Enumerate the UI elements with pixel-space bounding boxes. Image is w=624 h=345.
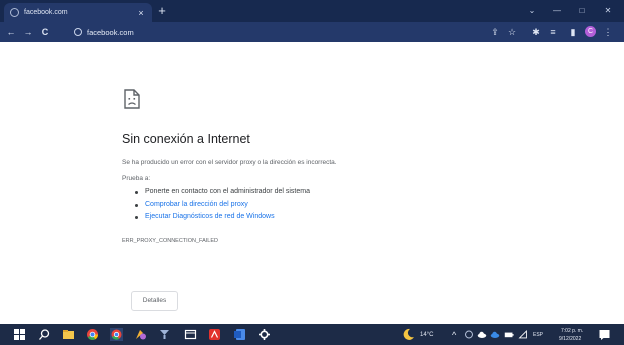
suggestion-contact-admin: Ponerte en contacto con el administrador… bbox=[135, 186, 310, 199]
extensions-icon[interactable]: ✱ bbox=[529, 25, 543, 39]
page-title: Sin conexión a Internet bbox=[122, 132, 250, 146]
tray-app-icon[interactable] bbox=[464, 328, 474, 341]
pdf-reader-icon[interactable] bbox=[208, 328, 221, 341]
close-tab-icon[interactable]: × bbox=[136, 8, 146, 18]
clock-date[interactable]: 9/12/2022 bbox=[559, 336, 581, 342]
tab-facebook[interactable]: facebook.com × bbox=[4, 3, 152, 22]
onedrive-blue-cloud-icon[interactable] bbox=[490, 328, 500, 341]
menu-kebab-icon[interactable]: ⋮ bbox=[601, 25, 615, 39]
weather-moon-icon[interactable] bbox=[402, 328, 415, 341]
clock-time[interactable]: 7:02 p. m. bbox=[561, 328, 583, 334]
app-icon[interactable] bbox=[158, 328, 171, 341]
tab-strip: facebook.com × + ⌄ — □ ✕ bbox=[0, 0, 624, 22]
forward-arrow-icon[interactable]: → bbox=[21, 25, 35, 39]
suggestions-label: Prueba a: bbox=[122, 175, 151, 182]
address-bar[interactable]: facebook.com bbox=[74, 25, 522, 39]
notifications-icon[interactable] bbox=[598, 328, 611, 341]
suggestion-network-diagnostics-link[interactable]: Ejecutar Diagnósticos de red de Windows bbox=[135, 211, 310, 224]
browser-window: facebook.com × + ⌄ — □ ✕ ← → C facebook.… bbox=[0, 0, 624, 345]
close-window-button[interactable]: ✕ bbox=[600, 3, 616, 18]
chrome-icon[interactable] bbox=[86, 328, 99, 341]
globe-icon bbox=[10, 8, 19, 17]
side-panel-icon[interactable]: ▮ bbox=[566, 25, 580, 39]
maximize-button[interactable]: □ bbox=[574, 3, 590, 18]
tab-search-chevron-icon[interactable]: ⌄ bbox=[524, 3, 540, 18]
share-icon[interactable]: ⇪ bbox=[488, 25, 502, 39]
minimize-button[interactable]: — bbox=[549, 3, 565, 18]
details-button[interactable]: Detalles bbox=[131, 291, 178, 311]
settings-gear-icon[interactable] bbox=[258, 328, 271, 341]
windows-taskbar: 14°C ^ ESP 7:02 p. m. 9/12/2022 bbox=[0, 324, 624, 345]
url-text[interactable]: facebook.com bbox=[87, 28, 134, 37]
word-icon[interactable] bbox=[233, 328, 246, 341]
onedrive-cloud-icon[interactable] bbox=[477, 328, 487, 341]
site-info-icon[interactable] bbox=[74, 28, 82, 36]
suggestion-check-proxy-link[interactable]: Comprobar la dirección del proxy bbox=[135, 199, 310, 212]
suggestions-list: Ponerte en contacto con el administrador… bbox=[135, 186, 310, 224]
tab-title: facebook.com bbox=[24, 9, 68, 16]
profile-avatar[interactable]: C bbox=[585, 26, 596, 37]
back-arrow-icon[interactable]: ← bbox=[4, 25, 18, 39]
chrome-profile-icon[interactable] bbox=[110, 328, 123, 341]
reload-icon[interactable]: C bbox=[38, 25, 52, 39]
search-icon[interactable] bbox=[38, 328, 51, 341]
windows-start-icon[interactable] bbox=[13, 328, 26, 341]
error-description: Se ha producido un error con el servidor… bbox=[122, 159, 337, 166]
language-indicator[interactable]: ESP bbox=[533, 332, 543, 338]
sad-document-icon bbox=[124, 89, 140, 109]
bookmark-star-icon[interactable]: ☆ bbox=[505, 25, 519, 39]
temperature-text[interactable]: 14°C bbox=[420, 332, 433, 338]
network-disconnected-icon[interactable] bbox=[518, 328, 528, 341]
file-explorer-icon[interactable] bbox=[62, 328, 75, 341]
reading-list-icon[interactable]: ≡ bbox=[546, 25, 560, 39]
new-tab-button[interactable]: + bbox=[154, 4, 170, 18]
error-page: Sin conexión a Internet Se ha producido … bbox=[0, 42, 624, 324]
show-hidden-icons-chevron-icon[interactable]: ^ bbox=[452, 330, 456, 340]
battery-icon[interactable] bbox=[504, 328, 514, 341]
browser-toolbar: ← → C facebook.com ⇪ ☆ ✱ ≡ ▮ C ⋮ bbox=[0, 22, 624, 42]
error-code: ERR_PROXY_CONNECTION_FAILED bbox=[122, 238, 218, 244]
paint-app-icon[interactable] bbox=[134, 328, 147, 341]
window-app-icon[interactable] bbox=[184, 328, 197, 341]
